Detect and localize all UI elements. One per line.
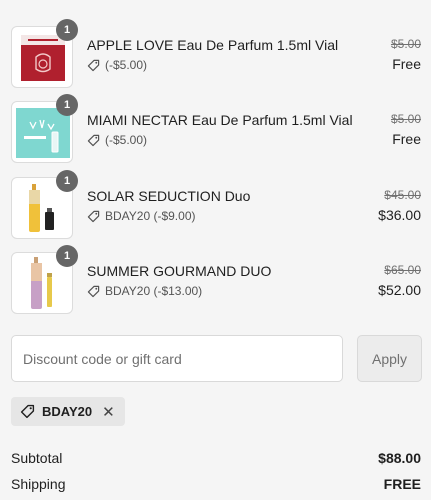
final-price: $36.00 <box>378 207 421 223</box>
subtotal-label: Subtotal <box>11 450 63 466</box>
tag-icon <box>20 404 35 419</box>
cart-item: 1 MIAMI NECTAR Eau De Parfum 1.5ml Vial … <box>0 94 431 163</box>
shipping-value: FREE <box>383 476 421 492</box>
quantity-badge: 1 <box>56 245 78 267</box>
discount-line: BDAY20 (-$13.00) <box>87 284 202 298</box>
original-price: $5.00 <box>390 112 421 126</box>
cart-item: 1 APPLE LOVE Eau De Parfum 1.5ml Vial (-… <box>0 19 431 88</box>
quantity-badge: 1 <box>56 19 78 41</box>
discount-amount: (-$5.00) <box>105 133 148 147</box>
final-price: Free <box>392 56 421 72</box>
final-price: Free <box>392 131 421 147</box>
original-price: $65.00 <box>384 263 421 277</box>
tag-icon <box>87 210 100 222</box>
discount-amount: BDAY20 (-$9.00) <box>105 209 196 223</box>
shipping-label: Shipping <box>11 476 66 492</box>
discount-line: (-$5.00) <box>87 133 147 147</box>
product-name: SUMMER GOURMAND DUO <box>87 263 272 279</box>
product-name: MIAMI NECTAR Eau De Parfum 1.5ml Vial <box>87 112 353 128</box>
original-price: $45.00 <box>384 188 421 202</box>
quantity-badge: 1 <box>56 94 78 116</box>
tag-icon <box>87 134 100 146</box>
original-price: $5.00 <box>390 37 421 51</box>
cart-item: 1 SOLAR SEDUCTION Duo BDAY20 (-$9.00) $4… <box>0 170 431 239</box>
applied-discount-chip: BDAY20 ✕ <box>11 397 125 426</box>
discount-line: (-$5.00) <box>87 58 147 72</box>
cart-item: 1 SUMMER GOURMAND DUO BDAY20 (-$13.00) $… <box>0 245 431 314</box>
discount-line: BDAY20 (-$9.00) <box>87 209 196 223</box>
discount-amount: (-$5.00) <box>105 58 148 72</box>
subtotal-value: $88.00 <box>378 450 421 466</box>
applied-code-label: BDAY20 <box>42 404 93 419</box>
final-price: $52.00 <box>378 282 421 298</box>
product-name: SOLAR SEDUCTION Duo <box>87 188 251 204</box>
product-name: APPLE LOVE Eau De Parfum 1.5ml Vial <box>87 37 339 53</box>
quantity-badge: 1 <box>56 170 78 192</box>
apply-button[interactable]: Apply <box>357 335 422 382</box>
tag-icon <box>87 59 100 71</box>
discount-amount: BDAY20 (-$13.00) <box>105 284 203 298</box>
remove-discount-icon[interactable]: ✕ <box>102 403 115 421</box>
tag-icon <box>87 285 100 297</box>
discount-code-input[interactable] <box>11 335 343 382</box>
